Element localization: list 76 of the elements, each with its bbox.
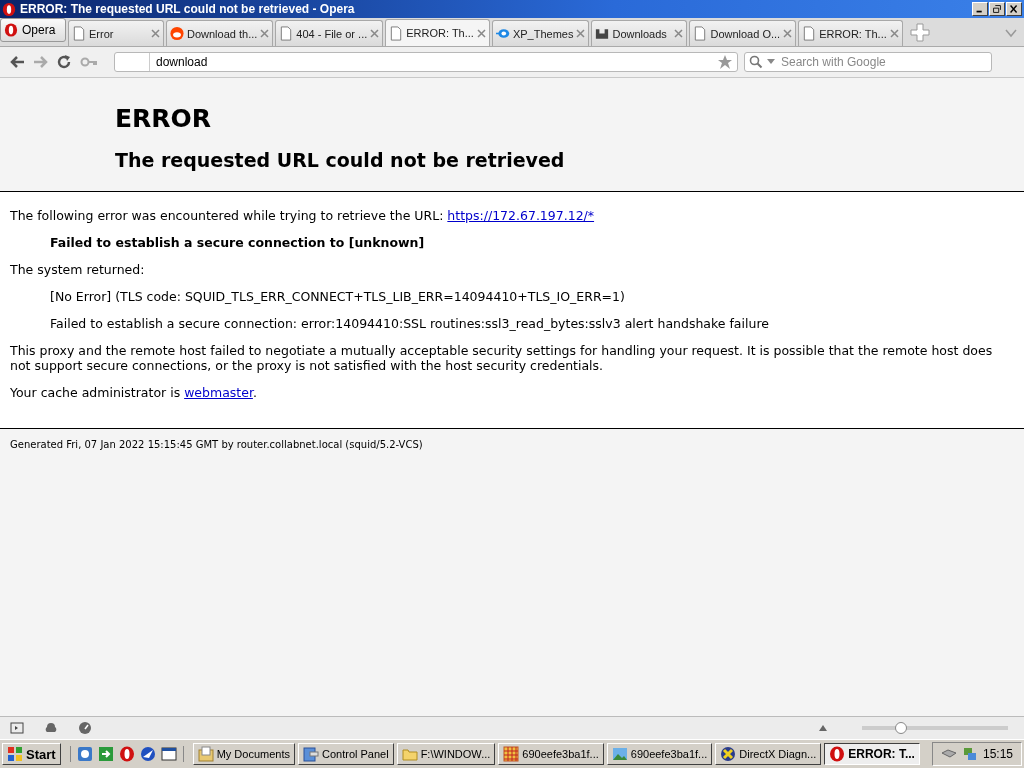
close-icon[interactable] [783,29,793,38]
up-arrow-icon[interactable] [818,724,828,732]
search-field[interactable]: Search with Google [779,54,991,70]
close-icon[interactable] [576,29,586,38]
opera-icon [4,22,18,38]
windows-logo-icon [7,746,23,762]
opera-icon [2,1,16,17]
error-subheading: The requested URL could not be retrieved [115,149,566,171]
error-heading: ERROR [115,104,213,133]
page-icon [72,26,86,41]
grid-image-icon [503,746,520,762]
taskbar-button[interactable]: 690eefe3ba1f... [498,743,604,765]
error-text: Failed to establish a secure connection to [unknown] [49,235,426,250]
error-text: Failed to establish a secure connection: error:14094410:SSL routines:ssl3_read_bytes:sslv3 alert handshake failure [49,316,770,331]
plus-icon[interactable] [908,22,931,42]
page-icon [279,26,294,41]
page-icon [693,26,708,41]
address-field[interactable]: download [150,54,717,70]
taskbar-button[interactable]: Control Panel [298,743,394,765]
address-bar[interactable]: download [114,52,738,72]
search-icon [749,55,763,69]
network-icon[interactable] [962,746,977,762]
minimize-button[interactable] [972,2,988,16]
browser-tab[interactable]: ERROR: Th... [385,19,490,46]
back-icon[interactable] [8,54,26,70]
taskbar-button[interactable]: ERROR: T... [824,743,920,765]
window-icon[interactable] [160,746,177,762]
error-text: Your cache administrator is webmaster. [10,385,258,400]
browser-tab[interactable]: Download O... [689,20,797,46]
error-text: [No Error] (TLS code: SQUID_TLS_ERR_CONNECT+TLS_LIB_ERR=14094410+TLS_IO_ERR=1) [49,289,626,304]
page-icon [389,25,404,41]
browser-tab[interactable]: 404 - File or ... [275,20,384,46]
footer-text: Generated Fri, 07 Jan 2022 15:15:45 GMT by router.collabnet.local (squid/5.2-VCS) [9,438,424,452]
close-icon[interactable] [476,28,486,38]
close-button[interactable] [1006,2,1022,16]
opera-icon [829,746,846,762]
star-icon[interactable] [717,54,733,70]
close-icon[interactable] [370,29,380,38]
forward-icon[interactable] [32,54,50,70]
error-text: The following error was encountered while trying to retrieve the URL: https://172.67.197.12/* [10,208,596,223]
start-button[interactable]: Start [2,743,61,765]
taskbar-button[interactable]: My Documents [192,743,295,765]
image-icon [611,746,628,762]
close-icon[interactable] [674,29,684,38]
browser-tab[interactable]: Downloads [591,20,688,46]
restore-button[interactable] [989,2,1005,16]
browser-tab[interactable]: ERROR: Th... [798,20,903,46]
folder-icon [401,746,418,762]
close-icon[interactable] [151,29,160,38]
window-title: ERROR: The requested URL could not be retrieved - Opera [20,2,356,16]
clock: 15:15 [982,747,1013,761]
taskbar-button[interactable]: 690eefe3ba1f... [606,743,713,765]
close-icon[interactable] [260,29,270,38]
page-icon [802,26,817,41]
browser-tab[interactable]: Error [68,20,164,46]
error-text: The system returned: [10,262,146,277]
panel-toggle-icon[interactable] [10,721,24,735]
slider-thumb[interactable] [895,722,908,734]
taskbar-button[interactable]: F:\WINDOW... [396,743,496,765]
taskbar-button[interactable]: DirectX Diagn... [715,743,822,765]
gauge-icon[interactable] [78,721,92,735]
opera-icon[interactable] [118,746,135,762]
link[interactable]: https://172.67.197.12/* [447,208,595,223]
documents-icon [197,746,214,762]
search-box[interactable]: Search with Google [744,52,992,72]
opera-menu-button[interactable]: Opera [0,18,66,42]
caret-icon[interactable] [1004,28,1018,38]
browser-tab[interactable]: Download th... [166,20,274,46]
directx-icon [720,746,737,762]
error-text: This proxy and the remote host failed to negotiate a mutually acceptable security settings for handling your request. It is possible that the remote host does not support secure connections, or the proxy is not satisfied with the host security credentials. [10,343,994,373]
cloud-icon[interactable] [44,721,58,735]
caret-icon[interactable] [767,59,775,65]
link[interactable]: webmaster [184,385,253,400]
control-panel-icon [303,746,319,762]
close-icon[interactable] [889,29,899,38]
browser-tab[interactable]: XP_Themes [491,20,590,46]
